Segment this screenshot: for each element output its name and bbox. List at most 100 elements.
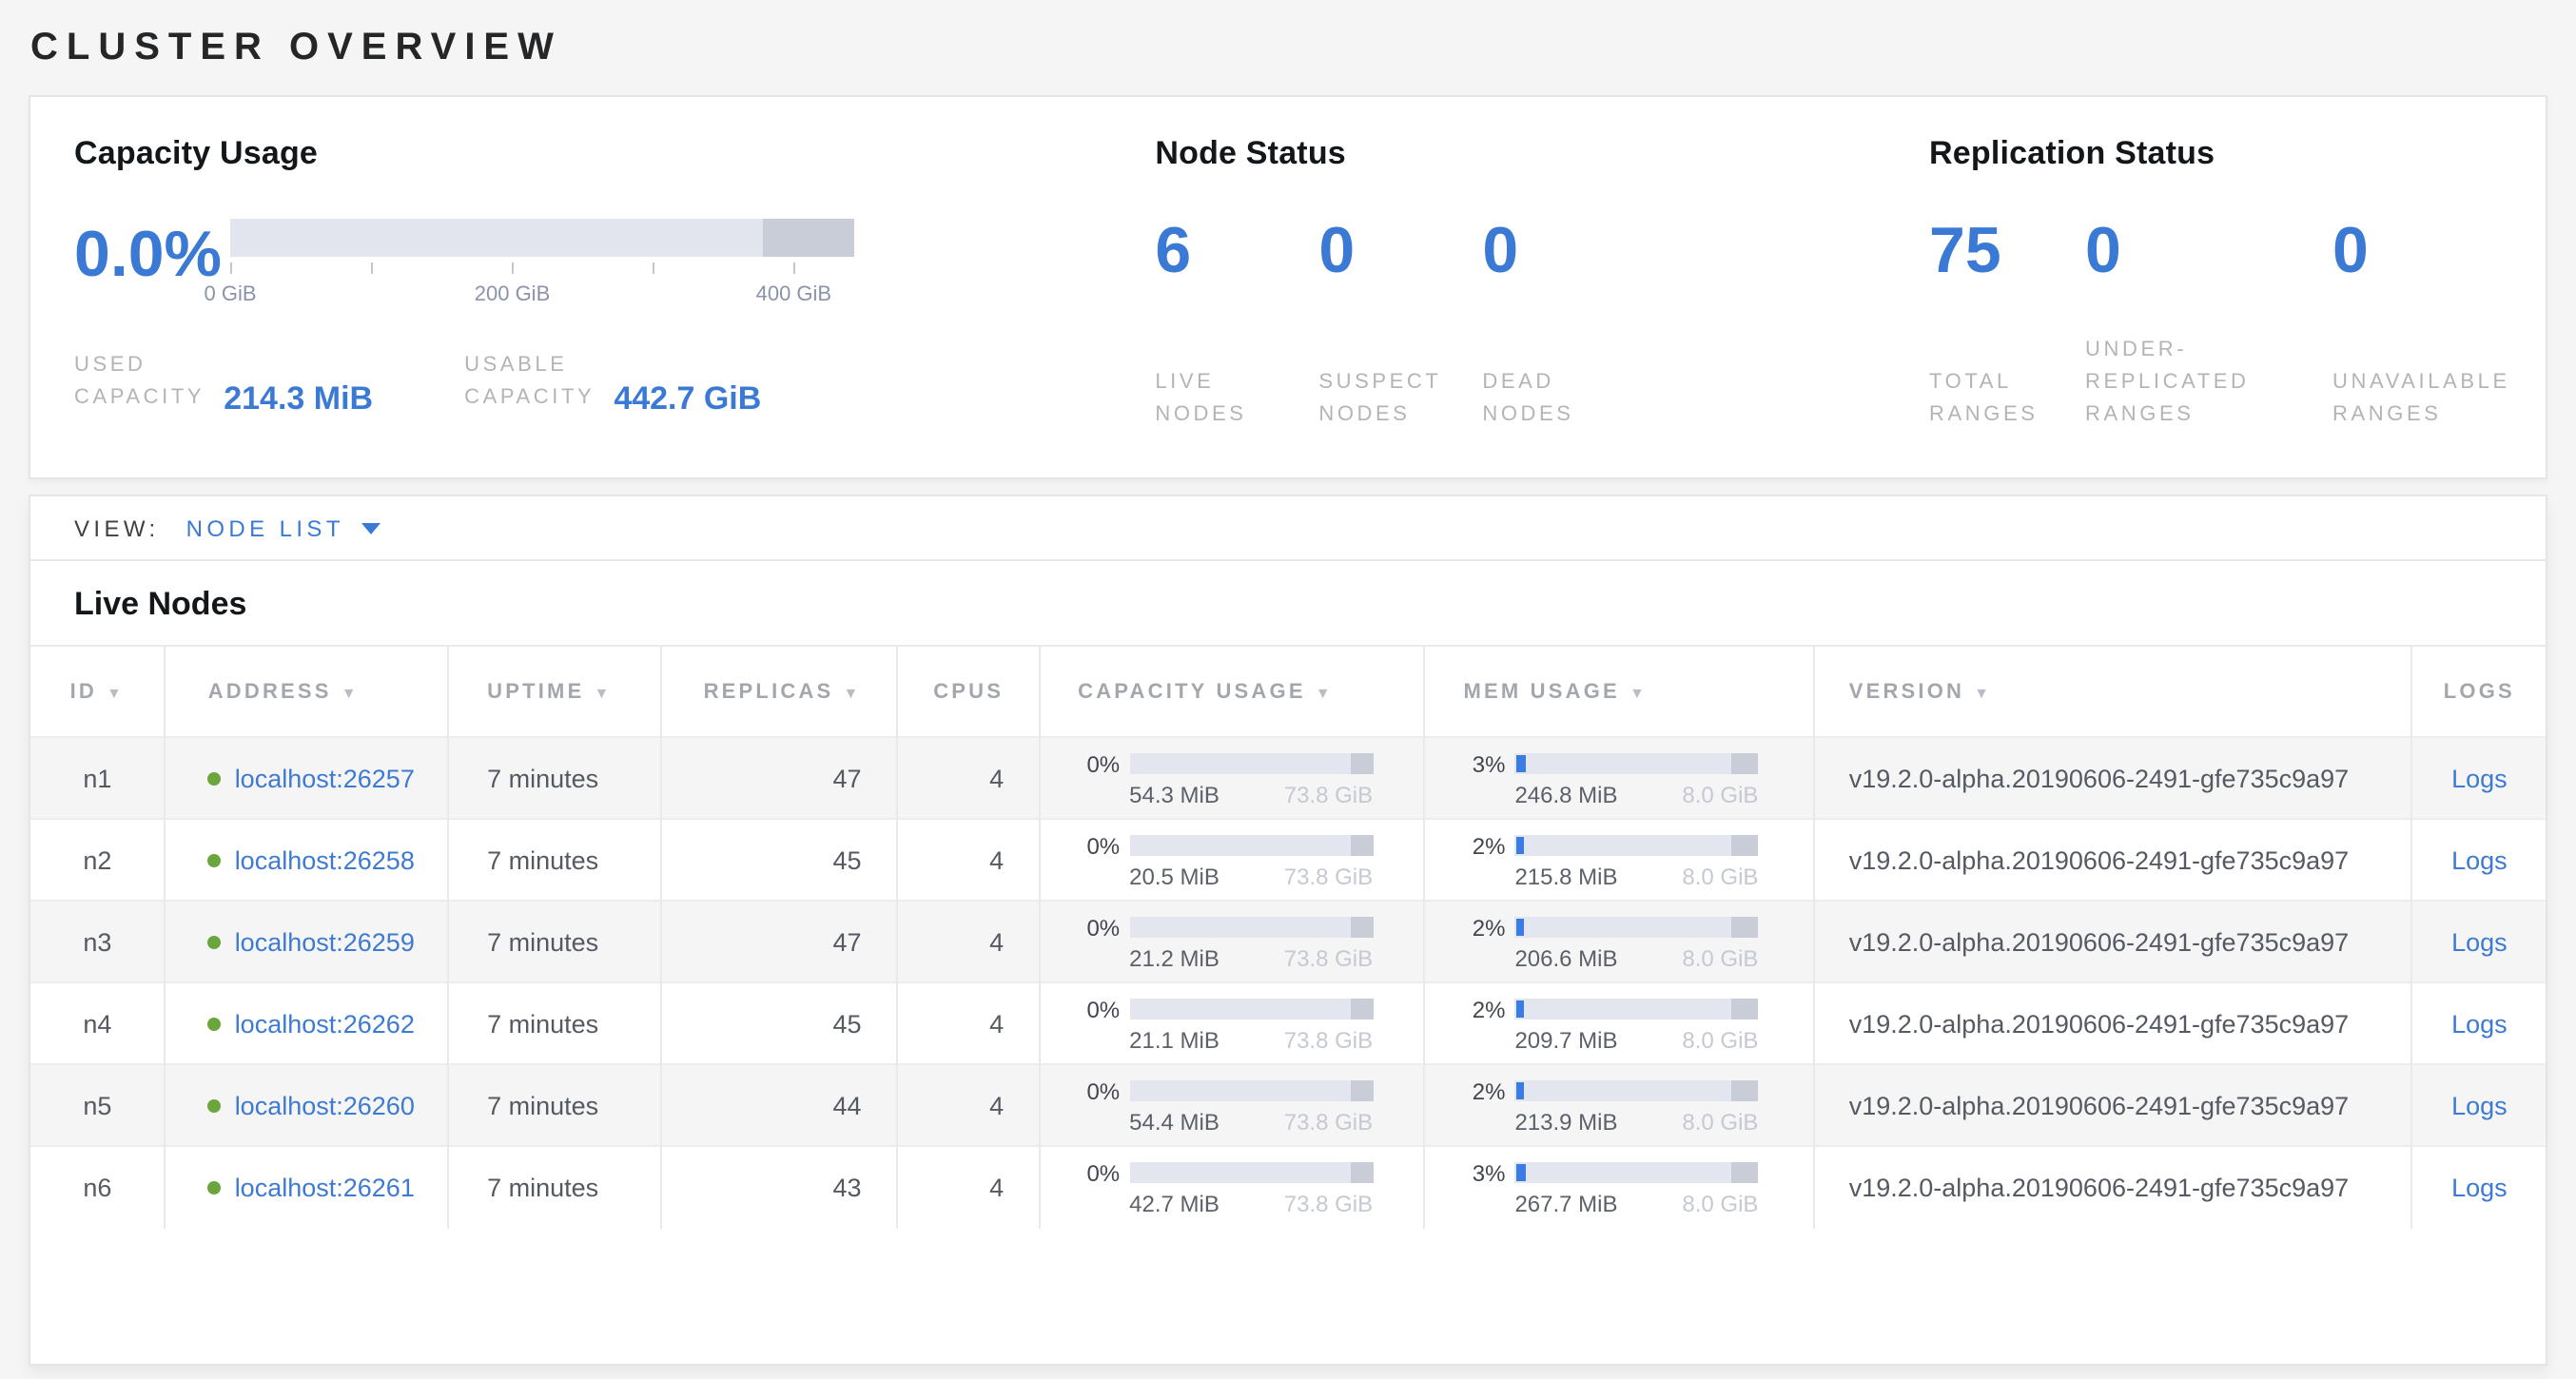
capacity-percent: 0.0%	[74, 223, 230, 287]
mem-total-value: 8.0 GiB	[1682, 1110, 1758, 1133]
mem-bar-dark-segment	[1731, 1080, 1758, 1101]
replication-status-title: Replication Status	[1929, 135, 2546, 173]
mem-bar	[1514, 753, 1758, 774]
table-row: n4 localhost:26262 7 minutes 45 4 0% 21.…	[30, 982, 2546, 1064]
node-id: n4	[30, 982, 166, 1064]
capacity-usage-title: Capacity Usage	[74, 135, 1155, 173]
capacity-gauge-bar	[230, 219, 854, 257]
mem-percent-label: 3%	[1427, 1160, 1514, 1187]
view-bar: VIEW: NODE LIST	[30, 496, 2546, 561]
node-capacity-usage-cell: 0% 21.2 MiB 73.8 GiB	[1039, 901, 1424, 982]
node-id: n6	[30, 1146, 166, 1228]
mem-total-value: 8.0 GiB	[1682, 946, 1758, 969]
node-version: v19.2.0-alpha.20190606-2491-gfe735c9a97	[1814, 982, 2412, 1064]
mem-bar	[1514, 917, 1758, 938]
capacity-percent-label: 0%	[1042, 996, 1129, 1022]
node-mem-usage-cell: 2% 215.8 MiB 8.0 GiB	[1424, 819, 1813, 901]
capacity-gauge-dark-segment	[763, 219, 854, 257]
node-logs-cell: Logs	[2412, 1064, 2546, 1146]
node-mem-usage-cell: 2% 213.9 MiB 8.0 GiB	[1424, 1064, 1813, 1146]
capacity-used-value: 42.7 MiB	[1129, 1193, 1220, 1215]
capacity-used-value: 54.3 MiB	[1129, 783, 1220, 806]
column-header-version[interactable]: VERSION▼	[1814, 646, 2412, 737]
capacity-total-value: 73.8 GiB	[1284, 1028, 1373, 1051]
capacity-percent-label: 0%	[1042, 914, 1129, 941]
node-version: v19.2.0-alpha.20190606-2491-gfe735c9a97	[1814, 1064, 2412, 1146]
capacity-bar-dark-segment	[1351, 1163, 1373, 1184]
mem-bar	[1514, 1080, 1758, 1101]
node-logs-cell: Logs	[2412, 737, 2546, 819]
node-cpus: 4	[897, 819, 1040, 901]
node-address-cell: localhost:26259	[166, 901, 448, 982]
tick-mark	[371, 262, 373, 274]
node-address-link[interactable]: localhost:26257	[235, 764, 415, 792]
node-address-link[interactable]: localhost:26261	[235, 1174, 415, 1202]
mem-bar	[1514, 1163, 1758, 1184]
node-cpus: 4	[897, 737, 1040, 819]
view-label: VIEW:	[74, 515, 160, 541]
node-uptime: 7 minutes	[448, 819, 661, 901]
node-version: v19.2.0-alpha.20190606-2491-gfe735c9a97	[1814, 901, 2412, 982]
mem-bar-fill	[1516, 1165, 1526, 1182]
mem-bar-fill	[1516, 837, 1524, 854]
column-header-id[interactable]: ID▼	[30, 646, 166, 737]
capacity-total-value: 73.8 GiB	[1284, 864, 1373, 887]
live-status-dot-icon	[208, 771, 222, 785]
capacity-total-value: 73.8 GiB	[1284, 1110, 1373, 1133]
column-header-uptime[interactable]: UPTIME▼	[448, 646, 661, 737]
node-cpus: 4	[897, 982, 1040, 1064]
under-replicated-label: UNDER-REPLICATED RANGES	[2085, 335, 2310, 432]
column-header-mem-usage[interactable]: MEM USAGE▼	[1424, 646, 1813, 737]
node-address-link[interactable]: localhost:26258	[235, 845, 415, 874]
dead-nodes-label: DEAD NODES	[1482, 367, 1623, 432]
capacity-used-value: 20.5 MiB	[1129, 864, 1220, 887]
column-header-cpus[interactable]: CPUS	[897, 646, 1040, 737]
capacity-used-value: 21.2 MiB	[1129, 946, 1220, 969]
live-nodes-table: ID▼ ADDRESS▼ UPTIME▼ REPLICAS▼ CPUS CAPA…	[30, 645, 2546, 1228]
replication-status-section: Replication Status 75 TOTAL RANGES 0 UND…	[1929, 135, 2546, 477]
capacity-percent-label: 0%	[1042, 832, 1129, 859]
node-uptime: 7 minutes	[448, 1064, 661, 1146]
capacity-usage-section: Capacity Usage 0.0% 0 GiB	[74, 135, 1155, 477]
column-header-address[interactable]: ADDRESS▼	[166, 646, 448, 737]
mem-percent-label: 2%	[1427, 1078, 1514, 1104]
logs-link[interactable]: Logs	[2451, 1174, 2508, 1202]
table-header-row: ID▼ ADDRESS▼ UPTIME▼ REPLICAS▼ CPUS CAPA…	[30, 646, 2546, 737]
capacity-bar	[1129, 835, 1373, 856]
capacity-bar-dark-segment	[1351, 753, 1373, 774]
capacity-bar	[1129, 1080, 1373, 1101]
tick-mark	[230, 262, 232, 274]
logs-link[interactable]: Logs	[2451, 764, 2508, 792]
node-replicas: 45	[661, 819, 897, 901]
logs-link[interactable]: Logs	[2451, 1091, 2508, 1119]
mem-percent-label: 2%	[1427, 914, 1514, 941]
mem-used-value: 213.9 MiB	[1514, 1110, 1617, 1133]
column-header-replicas[interactable]: REPLICAS▼	[661, 646, 897, 737]
logs-link[interactable]: Logs	[2451, 927, 2508, 956]
node-id: n5	[30, 1064, 166, 1146]
view-mode-dropdown[interactable]: NODE LIST	[186, 515, 381, 541]
live-status-dot-icon	[208, 1098, 222, 1112]
capacity-used-value: 54.4 MiB	[1129, 1110, 1220, 1133]
node-address-link[interactable]: localhost:26262	[235, 1009, 415, 1038]
page-title: CLUSTER OVERVIEW	[0, 0, 2576, 70]
node-id: n2	[30, 819, 166, 901]
column-header-capacity-usage[interactable]: CAPACITY USAGE▼	[1039, 646, 1424, 737]
mem-total-value: 8.0 GiB	[1682, 1028, 1758, 1051]
node-address-link[interactable]: localhost:26260	[235, 1091, 415, 1119]
node-logs-cell: Logs	[2412, 819, 2546, 901]
node-address-cell: localhost:26262	[166, 982, 448, 1064]
suspect-nodes-stat: 0 SUSPECT NODES	[1318, 219, 1459, 432]
capacity-total-value: 73.8 GiB	[1284, 783, 1373, 806]
capacity-bar-dark-segment	[1351, 999, 1373, 1020]
node-capacity-usage-cell: 0% 54.3 MiB 73.8 GiB	[1039, 737, 1424, 819]
mem-bar-dark-segment	[1731, 917, 1758, 938]
logs-link[interactable]: Logs	[2451, 845, 2508, 874]
node-address-link[interactable]: localhost:26259	[235, 927, 415, 956]
sort-icon: ▼	[843, 684, 861, 701]
capacity-bar	[1129, 753, 1373, 774]
tick-label: 200 GiB	[475, 283, 551, 306]
mem-percent-label: 2%	[1427, 996, 1514, 1022]
node-replicas: 45	[661, 982, 897, 1064]
logs-link[interactable]: Logs	[2451, 1009, 2508, 1038]
